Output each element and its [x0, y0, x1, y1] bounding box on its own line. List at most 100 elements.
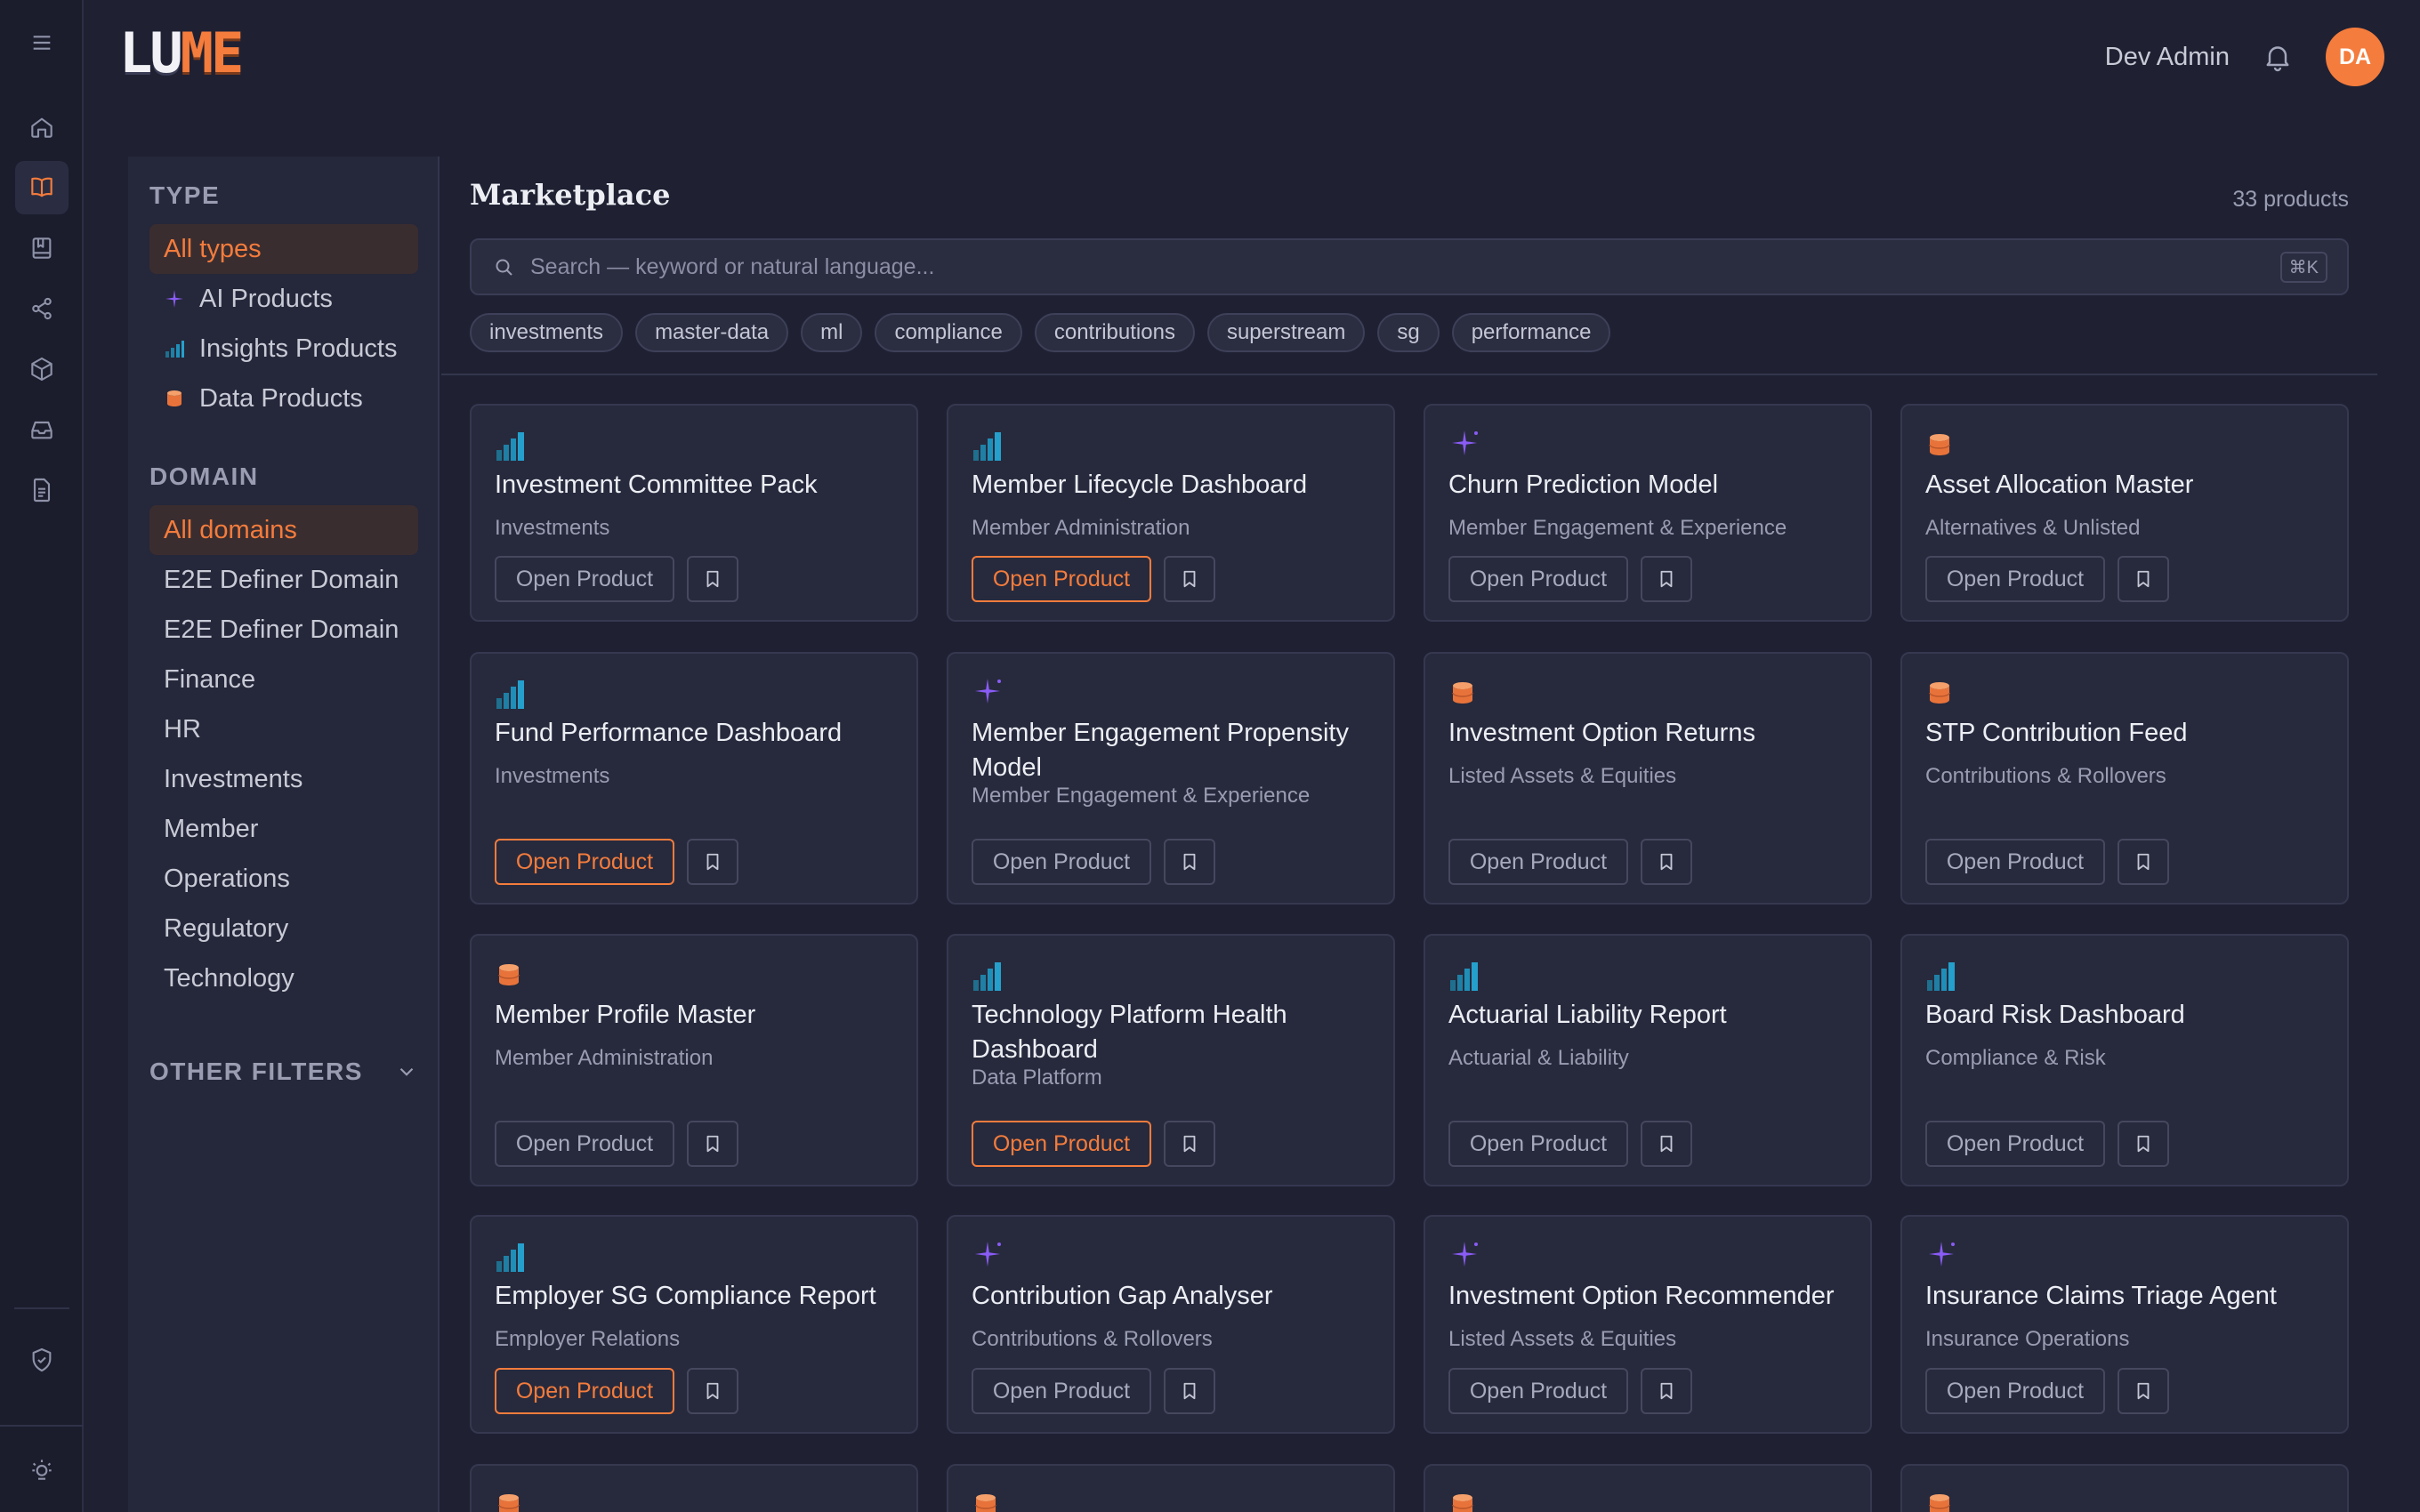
domain-filter-heading: DOMAIN	[149, 462, 259, 490]
domain-filter-item[interactable]: E2E Definer Domain	[149, 605, 418, 655]
bookmark-button[interactable]	[687, 556, 738, 602]
product-card[interactable]: Asset Allocation Master Alternatives & Un…	[1900, 404, 2349, 622]
domain-filter-item[interactable]: Operations	[149, 854, 418, 904]
product-card[interactable]: Member Lifecycle Dashboard Member Adminis…	[947, 404, 1395, 622]
avatar[interactable]: DA	[2326, 28, 2384, 86]
page-title: Marketplace	[470, 178, 671, 212]
cube-icon[interactable]	[15, 342, 69, 396]
domain-filter-item[interactable]: Finance	[149, 655, 418, 704]
type-filter-ai[interactable]: AI Products	[149, 274, 418, 324]
book-open-icon[interactable]	[15, 161, 69, 214]
tag-chip[interactable]: sg	[1377, 313, 1440, 352]
bookmark-button[interactable]	[1164, 556, 1215, 602]
domain-filter-item[interactable]: Regulatory	[149, 904, 418, 953]
document-icon[interactable]	[15, 463, 69, 517]
home-icon[interactable]	[15, 101, 69, 154]
product-card[interactable]: Churn Prediction Model Member Engagement …	[1424, 404, 1872, 622]
open-product-button[interactable]: Open Product	[495, 1121, 674, 1167]
theme-toggle-icon[interactable]	[15, 1443, 69, 1496]
filter-sidebar: TYPE All types AI Products Insights Prod…	[128, 157, 440, 1512]
product-card[interactable]: STP Contribution Feed Contributions & Rol…	[1900, 652, 2349, 905]
product-card[interactable]	[947, 1464, 1395, 1512]
type-filter-all[interactable]: All types	[149, 224, 418, 274]
open-product-button[interactable]: Open Product	[972, 1121, 1151, 1167]
open-product-button[interactable]: Open Product	[972, 839, 1151, 885]
product-card[interactable]: Contribution Gap Analyser Contributions &…	[947, 1215, 1395, 1434]
product-title: Actuarial Liability Report	[1448, 1001, 1727, 1029]
product-card[interactable]: Investment Committee Pack Investments Open…	[470, 404, 918, 622]
tag-chip[interactable]: ml	[801, 313, 863, 352]
open-product-button[interactable]: Open Product	[1925, 1121, 2105, 1167]
bookmark-button[interactable]	[687, 839, 738, 885]
product-card[interactable]: Member Profile Master Member Administrati…	[470, 934, 918, 1186]
product-card[interactable]: Actuarial Liability Report Actuarial & Li…	[1424, 934, 1872, 1186]
domain-filter-item[interactable]: E2E Definer Domain	[149, 555, 418, 605]
product-card[interactable]: Employer SG Compliance Report Employer Re…	[470, 1215, 918, 1434]
domain-filter-all[interactable]: All domains	[149, 505, 418, 555]
product-card[interactable]: Member Engagement Propensity Model Member…	[947, 652, 1395, 905]
domain-filter-item[interactable]: Technology	[149, 953, 418, 1003]
bookmark-button[interactable]	[1641, 1368, 1692, 1414]
bookmark-button[interactable]	[1641, 1121, 1692, 1167]
product-card[interactable]: Board Risk Dashboard Compliance & Risk Ope…	[1900, 934, 2349, 1186]
domain-filter-item[interactable]: Investments	[149, 754, 418, 804]
domain-filter-item[interactable]: HR	[149, 704, 418, 754]
tag-chip[interactable]: investments	[470, 313, 624, 352]
inbox-icon[interactable]	[15, 403, 69, 456]
app-logo[interactable]: LUME	[119, 26, 288, 81]
product-card[interactable]	[470, 1464, 918, 1512]
tag-chip[interactable]: performance	[1451, 313, 1611, 352]
tag-chip[interactable]: master-data	[635, 313, 789, 352]
bookmark-button[interactable]	[1164, 1368, 1215, 1414]
open-product-button[interactable]: Open Product	[1448, 1121, 1628, 1167]
bookmark-button[interactable]	[1641, 556, 1692, 602]
bookmark-button[interactable]	[687, 1121, 738, 1167]
product-title: Contribution Gap Analyser	[972, 1282, 1273, 1310]
bookmark-button[interactable]	[2118, 1121, 2169, 1167]
open-product-button[interactable]: Open Product	[1925, 1368, 2105, 1414]
shield-check-icon[interactable]	[15, 1333, 69, 1387]
product-card[interactable]: Fund Performance Dashboard Investments Ope…	[470, 652, 918, 905]
main-divider	[441, 374, 2377, 375]
bookmark-button[interactable]	[1164, 839, 1215, 885]
open-product-button[interactable]: Open Product	[1448, 839, 1628, 885]
menu-icon[interactable]	[15, 16, 69, 69]
bookmark-button[interactable]	[2118, 1368, 2169, 1414]
search-bar[interactable]: ⌘K	[470, 238, 2349, 295]
product-card[interactable]: Insurance Claims Triage Agent Insurance O…	[1900, 1215, 2349, 1434]
open-product-button[interactable]: Open Product	[972, 1368, 1151, 1414]
open-product-button[interactable]: Open Product	[495, 556, 674, 602]
type-filter-insights[interactable]: Insights Products	[149, 324, 418, 374]
bookmark-button[interactable]	[1641, 839, 1692, 885]
bookmark-button[interactable]	[1164, 1121, 1215, 1167]
type-filter-data[interactable]: Data Products	[149, 374, 418, 423]
bookmark-button[interactable]	[687, 1368, 738, 1414]
search-input[interactable]	[530, 253, 2280, 280]
product-card[interactable]	[1900, 1464, 2349, 1512]
open-product-button[interactable]: Open Product	[1448, 556, 1628, 602]
bookmark-icon	[706, 853, 719, 871]
bookmark-book-icon[interactable]	[15, 221, 69, 275]
open-product-button[interactable]: Open Product	[1925, 839, 2105, 885]
bookmark-button[interactable]	[2118, 839, 2169, 885]
bell-icon[interactable]	[2262, 41, 2294, 73]
product-card[interactable]: Investment Option Recommender Listed Asse…	[1424, 1215, 1872, 1434]
database-icon	[1925, 1487, 1961, 1512]
bookmark-button[interactable]	[2118, 556, 2169, 602]
share-icon[interactable]	[15, 282, 69, 335]
domain-filter-item[interactable]: Member	[149, 804, 418, 854]
open-product-button[interactable]: Open Product	[495, 839, 674, 885]
product-card[interactable]: Investment Option Returns Listed Assets &…	[1424, 652, 1872, 905]
product-card[interactable]	[1424, 1464, 1872, 1512]
open-product-button[interactable]: Open Product	[1448, 1368, 1628, 1414]
database-icon	[1448, 675, 1484, 711]
open-product-button[interactable]: Open Product	[972, 556, 1151, 602]
other-filters-toggle[interactable]: OTHER FILTERS	[149, 1050, 418, 1094]
open-product-button[interactable]: Open Product	[495, 1368, 674, 1414]
tag-chip[interactable]: superstream	[1206, 313, 1366, 352]
tag-chip[interactable]: compliance	[875, 313, 1022, 352]
product-card[interactable]: Technology Platform Health Dashboard Data…	[947, 934, 1395, 1186]
bookmark-icon	[706, 1135, 719, 1153]
tag-chip[interactable]: contributions	[1034, 313, 1195, 352]
open-product-button[interactable]: Open Product	[1925, 556, 2105, 602]
